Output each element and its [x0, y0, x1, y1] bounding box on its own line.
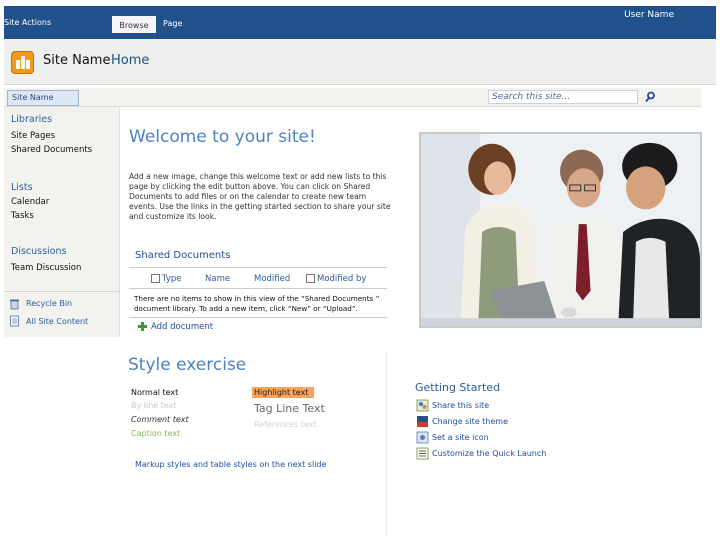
nav-item-tasks[interactable]: Tasks	[11, 211, 34, 221]
header-rule	[129, 288, 387, 289]
references-text: References text	[254, 420, 317, 429]
webpart-rule	[129, 267, 387, 268]
column-name[interactable]: Name	[205, 274, 230, 284]
plus-icon[interactable]	[138, 322, 147, 331]
search-icon[interactable]	[644, 91, 656, 103]
modified-by-column-checkbox[interactable]	[306, 274, 315, 283]
set-site-icon-link[interactable]: Set a site icon	[432, 433, 489, 442]
style-exercise-title: Style exercise	[128, 355, 247, 375]
byline-text: By line text	[131, 401, 177, 410]
share-site-link[interactable]: Share this site	[432, 401, 489, 410]
all-site-content-link[interactable]: All Site Content	[26, 317, 88, 326]
nav-item-shared-documents[interactable]: Shared Documents	[11, 145, 92, 155]
site-actions-menu[interactable]: Site Actions	[4, 18, 51, 27]
site-logo-icon[interactable]	[11, 51, 34, 74]
team-photo	[419, 132, 702, 328]
change-theme-link[interactable]: Change site theme	[432, 417, 508, 426]
tagline-text: Tag Line Text	[254, 402, 325, 415]
column-divider	[386, 350, 387, 538]
nav-heading-lists[interactable]: Lists	[11, 182, 33, 193]
share-site-icon	[416, 399, 429, 412]
shared-documents-title[interactable]: Shared Documents	[135, 250, 230, 261]
add-document-link[interactable]: Add document	[151, 322, 213, 332]
search-input[interactable]: Search this site...	[488, 90, 638, 104]
nav-item-team-discussion[interactable]: Team Discussion	[11, 263, 81, 273]
recycle-bin-icon	[10, 299, 19, 310]
caption-text: Caption text	[131, 429, 181, 438]
type-column-checkbox[interactable]	[151, 274, 160, 283]
nav-heading-discussions[interactable]: Discussions	[11, 246, 66, 257]
welcome-text: Add a new image, change this welcome tex…	[129, 172, 391, 221]
getting-started-title: Getting Started	[415, 381, 501, 394]
breadcrumb-home[interactable]: Home	[111, 53, 149, 68]
nav-divider	[4, 291, 120, 292]
all-site-content-icon	[10, 315, 19, 327]
title-area: Site Name Home	[4, 39, 716, 85]
markup-note: Markup styles and table styles on the ne…	[135, 460, 327, 469]
normal-text: Normal text	[131, 388, 179, 397]
quick-launch-icon	[416, 447, 429, 460]
column-modified-by[interactable]: Modified by	[317, 274, 366, 284]
comment-text: Comment text	[131, 415, 189, 424]
tab-browse[interactable]: Browse	[112, 16, 156, 33]
nav-heading-libraries[interactable]: Libraries	[11, 114, 52, 125]
site-name-link[interactable]: Site Name	[43, 53, 110, 68]
highlight-text: Highlight text	[252, 387, 314, 398]
nav-tab-site-name[interactable]: Site Name	[7, 90, 79, 106]
nav-item-site-pages[interactable]: Site Pages	[11, 131, 55, 141]
quick-launch: Libraries Site Pages Shared Documents Li…	[4, 107, 120, 337]
customize-quick-launch-link[interactable]: Customize the Quick Launch	[432, 449, 546, 458]
nav-item-calendar[interactable]: Calendar	[11, 197, 49, 207]
footer-rule	[129, 317, 387, 318]
recycle-bin-link[interactable]: Recycle Bin	[26, 299, 72, 308]
ribbon-bar	[4, 6, 716, 39]
site-icon-icon	[416, 431, 429, 444]
site-theme-icon	[417, 416, 428, 427]
tab-page[interactable]: Page	[163, 19, 182, 28]
column-modified[interactable]: Modified	[254, 274, 290, 284]
empty-library-message: There are no items to show in this view …	[134, 294, 380, 313]
user-name-menu[interactable]: User Name	[624, 10, 674, 20]
welcome-title: Welcome to your site!	[129, 127, 316, 147]
top-navigation: Site Name Search this site...	[4, 88, 701, 107]
column-type[interactable]: Type	[162, 274, 182, 284]
